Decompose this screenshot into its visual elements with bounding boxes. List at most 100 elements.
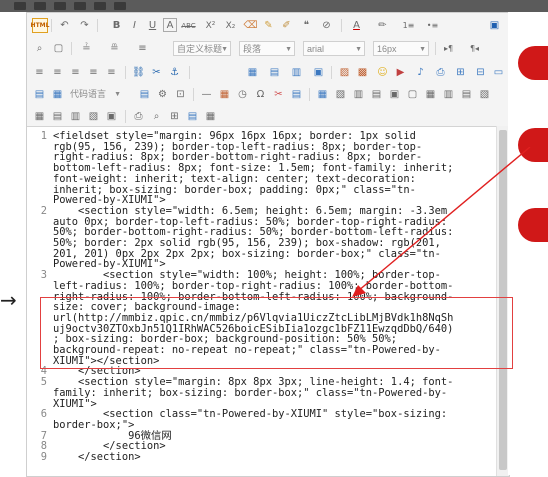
row-spacing-bottom-icon[interactable]: ≞ — [107, 41, 122, 56]
bold-icon[interactable]: B — [109, 18, 124, 33]
insert-row-icon[interactable]: ▥ — [351, 87, 366, 102]
font-family-select[interactable]: arial ▼ — [303, 41, 365, 56]
eraser-icon[interactable]: ⌫ — [243, 18, 258, 33]
toolbar-row-2: ⌕ ▢ ≟ ≞ ≡ 自定义标题 ▼ 段落 ▼ arial ▼ 16px ▼ ▸¶ ¶◂ — [27, 38, 509, 60]
split-row-icon[interactable]: ▤ — [459, 87, 474, 102]
top-tool-icon[interactable] — [74, 2, 86, 10]
unlink-icon[interactable]: ✂ — [149, 65, 164, 80]
fullscreen-icon[interactable]: ▣ — [487, 18, 502, 33]
special-char-icon[interactable]: Ω — [253, 87, 268, 102]
video-icon[interactable]: ▶ — [393, 65, 408, 80]
insert-frame-icon[interactable]: ▤ — [32, 87, 47, 102]
unordered-list-icon[interactable]: •≡ — [425, 18, 440, 33]
delete-col-icon[interactable]: ▥ — [441, 87, 456, 102]
frame-icon[interactable]: ▭ — [491, 65, 506, 80]
preview-icon[interactable]: ⌕ — [149, 109, 164, 124]
ordered-list-icon[interactable]: 1≡ — [401, 18, 416, 33]
code-icon[interactable]: ▦ — [50, 87, 65, 102]
left-margin — [0, 12, 26, 475]
insert-col-icon[interactable]: ▤ — [369, 87, 384, 102]
indent-icon[interactable]: ≡ — [32, 65, 47, 80]
line-height-icon[interactable]: ≡ — [135, 41, 150, 56]
align-right-icon[interactable]: ≡ — [86, 65, 101, 80]
wordimage-icon[interactable]: ▤ — [289, 87, 304, 102]
multi-image-icon[interactable]: ▩ — [355, 65, 370, 80]
superscript-icon[interactable]: X² — [203, 18, 218, 33]
background-icon[interactable]: ⊡ — [173, 87, 188, 102]
print-icon[interactable]: ⎙ — [131, 109, 146, 124]
font-size-label: 16px — [377, 44, 397, 54]
pen-icon[interactable]: ✐ — [279, 18, 294, 33]
top-tool-icon[interactable] — [34, 2, 46, 10]
blockquote-icon[interactable]: ❝ — [299, 18, 314, 33]
clear-format-icon[interactable]: ⊘ — [319, 18, 334, 33]
sort-table-icon[interactable]: ▤ — [50, 109, 65, 124]
strikethrough-icon[interactable]: ABC — [181, 18, 196, 33]
link-icon[interactable]: ⛓ — [131, 65, 146, 80]
image-icon[interactable]: ▨ — [337, 65, 352, 80]
image-center-icon[interactable]: ▣ — [311, 65, 326, 80]
rich-text-editor[interactable]: HTML ↶ ↷ B I U A ABC X² X₂ ⌫ ✎ ✐ ❝ ⊘ A ✏ — [26, 12, 510, 477]
template-icon[interactable]: ⚙ — [155, 87, 170, 102]
line-number: 2 — [40, 204, 47, 217]
ltr-icon[interactable]: ▸¶ — [441, 41, 456, 56]
horizontal-rule-icon[interactable]: — — [199, 87, 214, 102]
more-icon[interactable]: ▦ — [203, 109, 218, 124]
custom-title-select[interactable]: 自定义标题 ▼ — [173, 41, 231, 56]
right-side-panel — [508, 12, 548, 475]
format-match-icon[interactable]: ✎ — [261, 18, 276, 33]
help-icon[interactable]: ▤ — [185, 109, 200, 124]
edit-table-icon[interactable]: ▣ — [104, 109, 119, 124]
top-tool-icon[interactable] — [54, 2, 66, 10]
code-language-select[interactable]: 代码语言 ▼ — [67, 87, 123, 102]
top-tool-icon[interactable] — [114, 2, 126, 10]
anchor-icon[interactable]: ⚓ — [167, 65, 182, 80]
align-left-icon[interactable]: ≡ — [50, 65, 65, 80]
image-float-right-icon[interactable]: ▥ — [289, 65, 304, 80]
split-cells-icon[interactable]: ▢ — [405, 87, 420, 102]
window-topbar — [0, 0, 548, 12]
delete-table-icon[interactable]: ▧ — [333, 87, 348, 102]
font-color-icon[interactable]: A — [349, 18, 364, 33]
toolbar-separator — [125, 66, 126, 79]
redo-icon[interactable]: ↷ — [77, 18, 92, 33]
italic-icon[interactable]: I — [127, 18, 142, 33]
search-replace-icon[interactable]: ⊞ — [167, 109, 182, 124]
map-icon[interactable]: ⊞ — [453, 65, 468, 80]
rtl-icon[interactable]: ¶◂ — [467, 41, 482, 56]
delete-row-icon[interactable]: ▦ — [423, 87, 438, 102]
font-size-select[interactable]: 16px ▼ — [373, 41, 429, 56]
paste-icon[interactable]: ▢ — [51, 41, 66, 56]
paragraph-select[interactable]: 段落 ▼ — [239, 41, 295, 56]
html-icon[interactable]: HTML — [31, 18, 49, 33]
image-float-left-icon[interactable]: ▤ — [267, 65, 282, 80]
highlight-icon[interactable]: ✏ — [375, 18, 390, 33]
toolbar-separator — [341, 19, 342, 32]
page-break-icon[interactable]: ▤ — [137, 87, 152, 102]
align-center-icon[interactable]: ≡ — [68, 65, 83, 80]
date-icon[interactable]: ▦ — [217, 87, 232, 102]
attachment-icon[interactable]: ⎙ — [433, 65, 448, 80]
top-tool-icon[interactable] — [94, 2, 106, 10]
table-props-icon[interactable]: ▦ — [32, 109, 47, 124]
line-number: 6 — [40, 408, 47, 421]
image-float-none-icon[interactable]: ▦ — [245, 65, 260, 80]
underline-icon[interactable]: U — [145, 18, 160, 33]
gmap-icon[interactable]: ⊟ — [473, 65, 488, 80]
insert-table-icon[interactable]: ▦ — [315, 87, 330, 102]
top-tool-icon[interactable] — [14, 2, 26, 10]
emotion-icon[interactable]: ☺ — [375, 65, 390, 80]
merge-cells-icon[interactable]: ▣ — [387, 87, 402, 102]
time-icon[interactable]: ◷ — [235, 87, 250, 102]
font-border-icon[interactable]: A — [163, 18, 177, 32]
row-spacing-top-icon[interactable]: ≟ — [79, 41, 94, 56]
undo-icon[interactable]: ↶ — [57, 18, 72, 33]
split-col-icon[interactable]: ▧ — [477, 87, 492, 102]
find-icon[interactable]: ⌕ — [32, 41, 47, 56]
char-table-icon[interactable]: ▧ — [86, 109, 101, 124]
music-icon[interactable]: ♪ — [413, 65, 428, 80]
align-justify-icon[interactable]: ≡ — [104, 65, 119, 80]
snapscreen-icon[interactable]: ✂ — [271, 87, 286, 102]
cell-align-icon[interactable]: ▥ — [68, 109, 83, 124]
subscript-icon[interactable]: X₂ — [223, 18, 238, 33]
